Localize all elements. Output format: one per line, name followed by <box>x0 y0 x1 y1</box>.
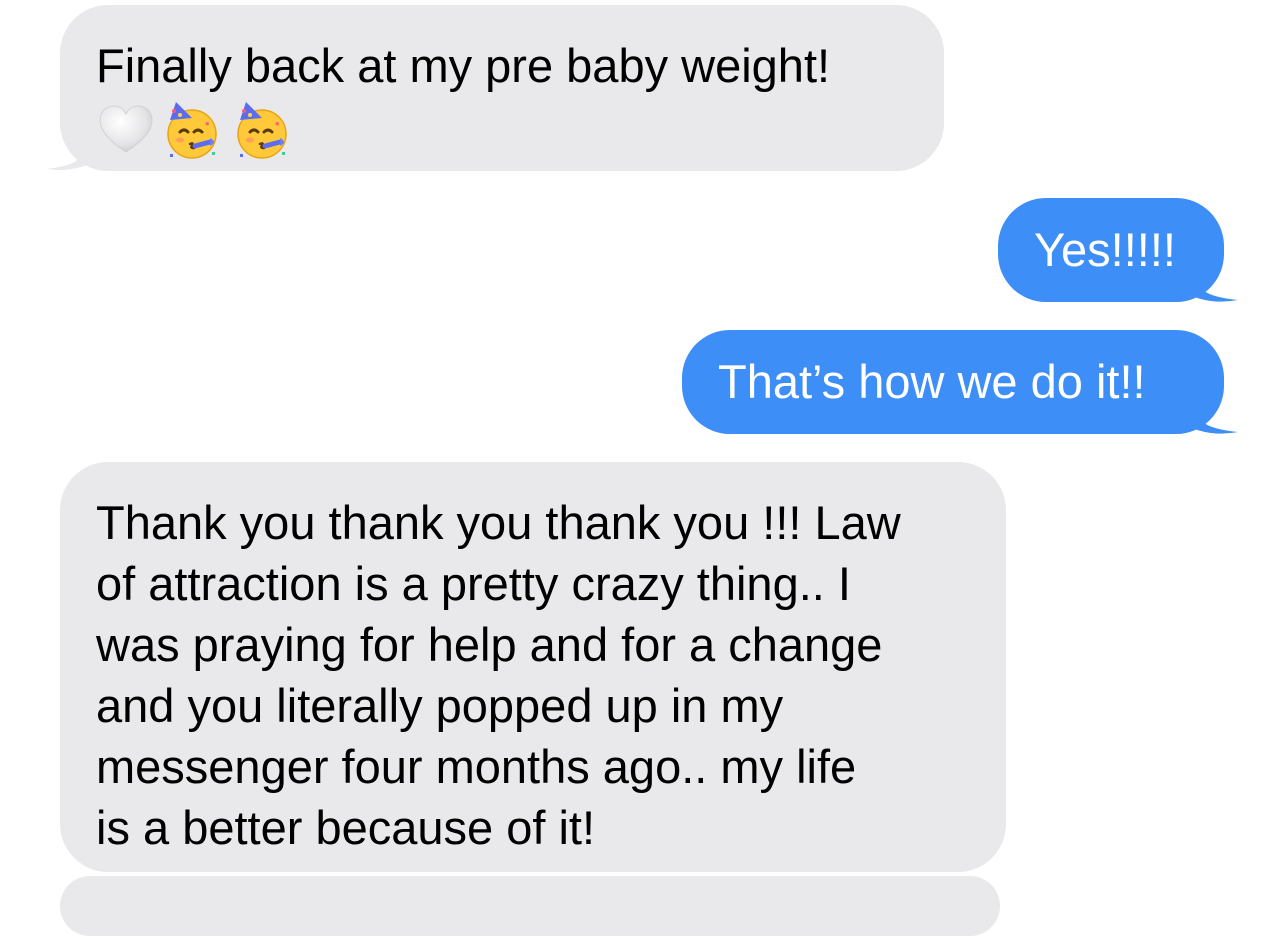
message-bubble-received[interactable]: Finally back at my pre baby weight! <box>60 5 944 171</box>
emoji-row <box>96 98 908 162</box>
message-text: Yes!!!!! <box>1034 223 1176 276</box>
message-line: and you literally popped up in my <box>96 679 784 732</box>
message-line: Thank you thank you thank you !!! Law <box>96 496 901 549</box>
message-bubble-sent[interactable]: Yes!!!!! <box>998 198 1224 302</box>
message-bubble-received-partial[interactable] <box>60 876 1000 936</box>
partying-face-icon <box>232 98 296 162</box>
message-line: was praying for help and for a change <box>96 618 883 671</box>
message-bubble-received[interactable]: Thank you thank you thank you !!! Law of… <box>60 462 1006 872</box>
message-text: That’s how we do it!! <box>718 355 1146 408</box>
partying-face-icon <box>162 98 226 162</box>
message-text: Finally back at my pre baby weight! <box>96 39 831 92</box>
message-line: of attraction is a pretty crazy thing.. … <box>96 557 851 610</box>
message-bubble-sent[interactable]: That’s how we do it!! <box>682 330 1224 434</box>
message-line: messenger four months ago.. my life <box>96 740 857 793</box>
message-line: is a better because of it! <box>96 801 596 854</box>
white-heart-icon <box>96 100 156 160</box>
